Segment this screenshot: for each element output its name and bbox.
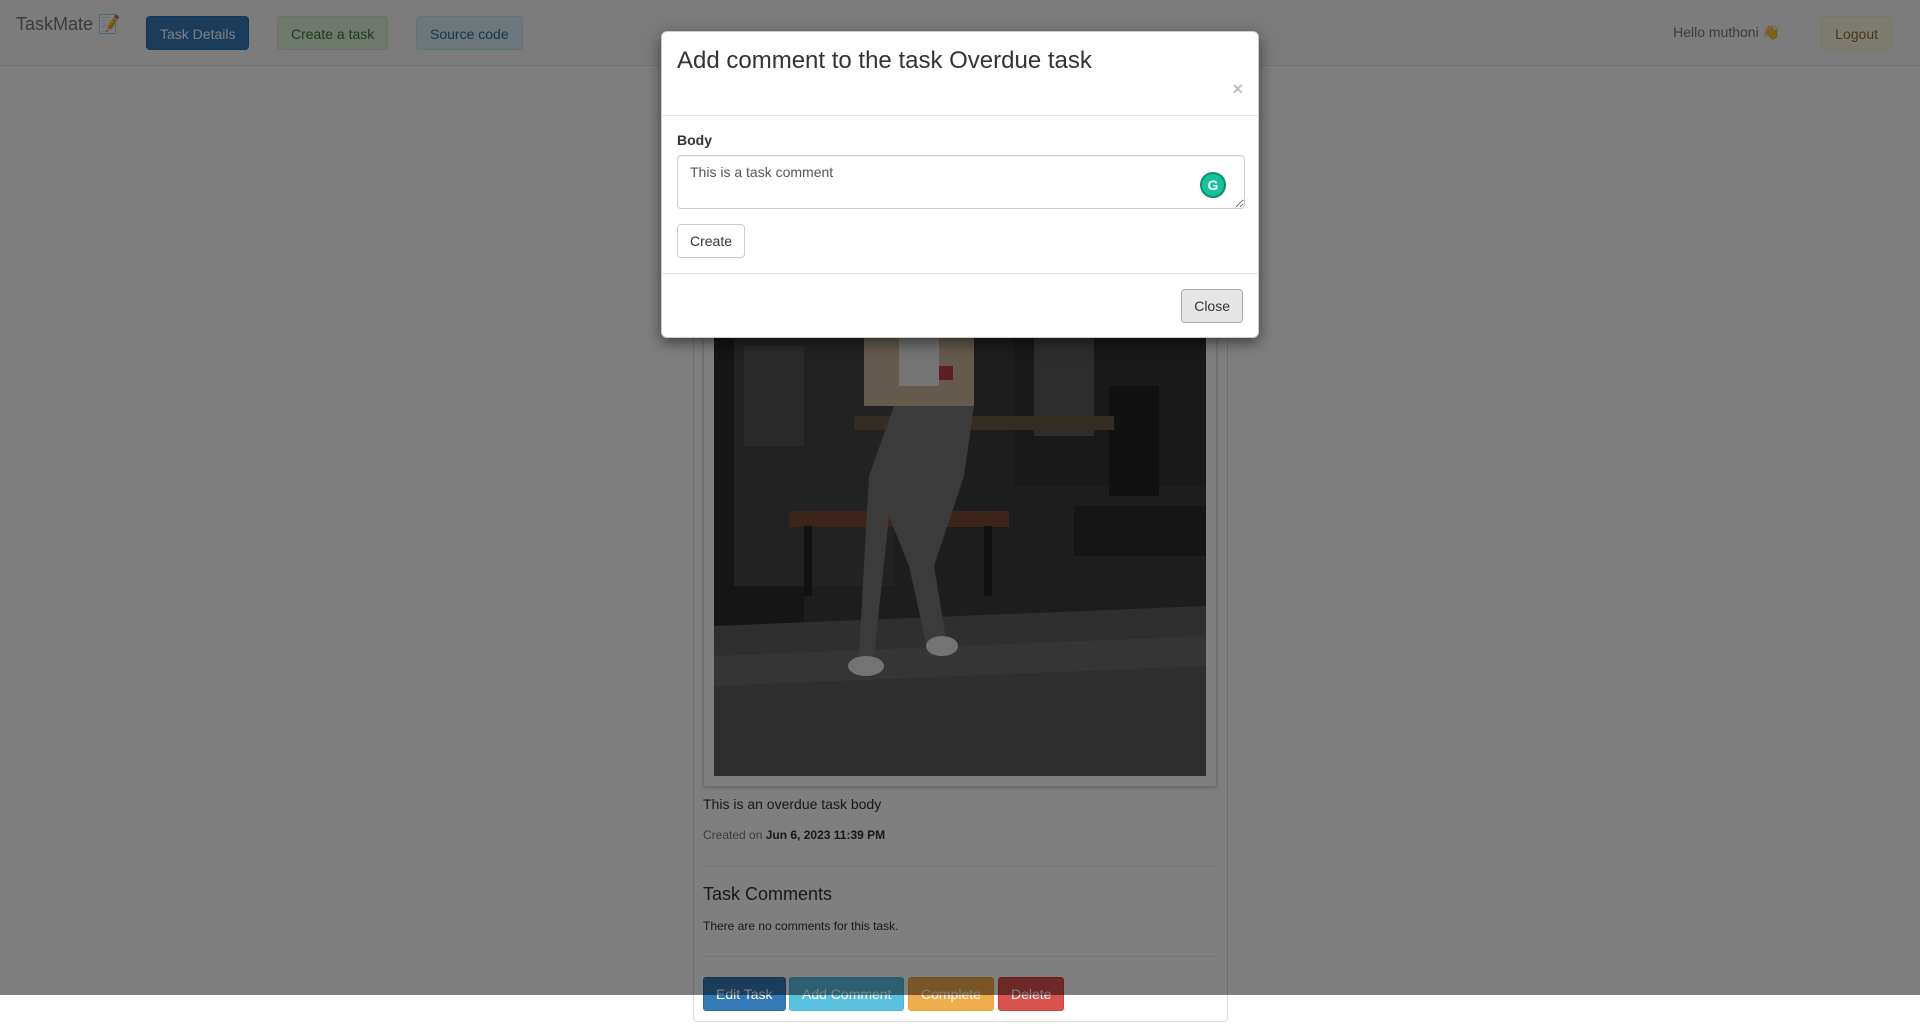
close-modal-button[interactable]: Close <box>1181 289 1243 323</box>
modal-footer: Close <box>662 273 1258 339</box>
create-comment-button[interactable]: Create <box>677 224 746 258</box>
add-comment-modal: Add comment to the task Overdue task × B… <box>661 31 1259 338</box>
grammarly-icon[interactable]: G <box>1200 172 1226 198</box>
modal-header: Add comment to the task Overdue task × <box>662 32 1258 116</box>
comment-body-textarea[interactable]: This is a task comment <box>677 155 1245 209</box>
modal-title: Add comment to the task Overdue task <box>677 47 1092 74</box>
body-label: Body <box>677 132 712 148</box>
close-icon[interactable]: × <box>1232 80 1243 98</box>
